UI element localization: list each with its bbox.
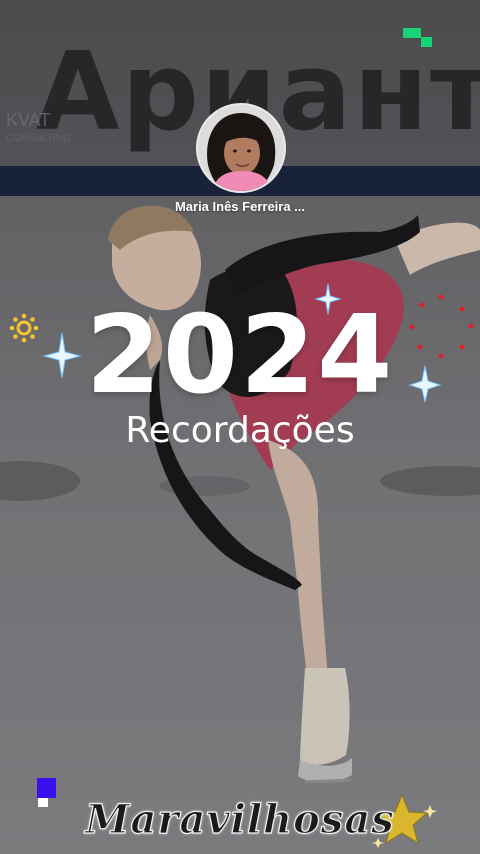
- year-title: 2024: [85, 293, 395, 418]
- recordacoes-subtitle: Recordações: [125, 410, 355, 451]
- maravilhosas-sticker: Maravilhosas: [85, 796, 395, 843]
